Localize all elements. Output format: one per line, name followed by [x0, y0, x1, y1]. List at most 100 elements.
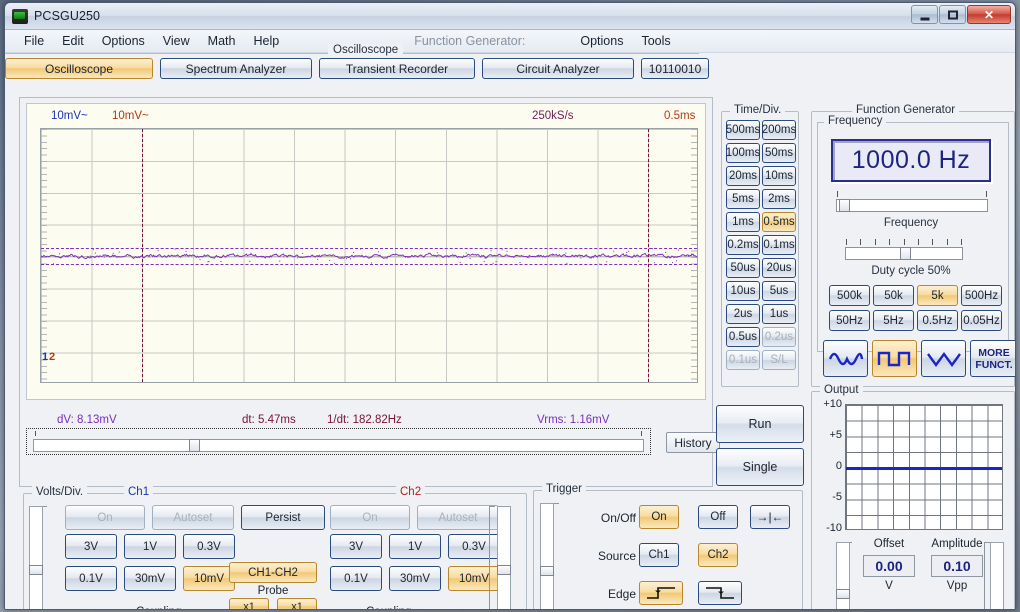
ch2-probe-x1[interactable]: x1	[277, 598, 317, 609]
duty-cycle-slider-thumb[interactable]	[900, 247, 911, 260]
fg-range-0p05Hz[interactable]: 0.05Hz	[961, 310, 1002, 331]
trigger-edge-falling-button[interactable]	[698, 581, 742, 605]
close-button[interactable]: ✕	[967, 5, 1011, 24]
scrollbar-track[interactable]	[33, 439, 644, 452]
trigger-level-thumb[interactable]	[540, 566, 554, 576]
ch1-range-1v[interactable]: 1V	[124, 534, 176, 559]
timediv-10us[interactable]: 10us	[726, 281, 760, 301]
timediv-1ms[interactable]: 1ms	[726, 212, 760, 232]
single-button[interactable]: Single	[716, 448, 804, 486]
tab-oscilloscope[interactable]: Oscilloscope	[5, 58, 153, 79]
ch1-range-3v[interactable]: 3V	[65, 534, 117, 559]
minimize-button[interactable]	[911, 5, 938, 24]
ch1-range-10mv[interactable]: 10mV	[183, 566, 235, 591]
menu-math[interactable]: Math	[199, 32, 245, 50]
timediv-20us[interactable]: 20us	[762, 258, 796, 278]
fg-range-5k[interactable]: 5k	[917, 285, 958, 306]
timediv-0p5ms[interactable]: 0.5ms	[762, 212, 796, 232]
tab-circuit-analyzer[interactable]: Circuit Analyzer	[482, 58, 634, 79]
fg-range-5Hz[interactable]: 5Hz	[873, 310, 914, 331]
frequency-slider[interactable]	[836, 199, 988, 212]
fg-menu-options[interactable]: Options	[571, 32, 632, 50]
trigger-edge-rising-button[interactable]	[639, 581, 683, 605]
timediv-0p1ms[interactable]: 0.1ms	[762, 235, 796, 255]
output-y-label-2: +5	[829, 429, 842, 441]
menu-help[interactable]: Help	[244, 32, 288, 50]
trigger-source-ch1[interactable]: Ch1	[639, 543, 679, 567]
channel-2-marker[interactable]: 2	[49, 351, 55, 363]
ch2-range-3v[interactable]: 3V	[330, 534, 382, 559]
amplitude-value-field[interactable]: 0.10	[931, 555, 983, 577]
timediv-200ms[interactable]: 200ms	[762, 120, 796, 140]
timediv-2ms[interactable]: 2ms	[762, 189, 796, 209]
maximize-button[interactable]	[939, 5, 966, 24]
triangle-wave-button[interactable]	[921, 340, 966, 377]
scrollbar-thumb[interactable]	[189, 439, 200, 452]
ch2-range-1v[interactable]: 1V	[389, 534, 441, 559]
ch2-range-0.1v[interactable]: 0.1V	[330, 566, 382, 591]
ch2-autoset-button[interactable]: Autoset	[417, 505, 499, 530]
fg-range-50Hz[interactable]: 50Hz	[829, 310, 870, 331]
offset-slider-thumb[interactable]	[836, 589, 850, 599]
waveform-trace	[41, 248, 697, 266]
volts-div-caption: Volts/Div.	[32, 486, 88, 498]
timediv-2us[interactable]: 2us	[726, 304, 760, 324]
ch2-on-button[interactable]: On	[330, 505, 410, 530]
scope-horizontal-scrollbar[interactable]	[26, 428, 651, 455]
timediv-50us[interactable]: 50us	[726, 258, 760, 278]
timediv-500ms[interactable]: 500ms	[726, 120, 760, 140]
fg-range-500k[interactable]: 500k	[829, 285, 870, 306]
frequency-slider-thumb[interactable]	[839, 199, 850, 212]
ch1-position-thumb[interactable]	[29, 565, 43, 575]
offset-value-field[interactable]: 0.00	[863, 555, 915, 577]
timediv-5us[interactable]: 5us	[762, 281, 796, 301]
trigger-level-slider[interactable]	[540, 503, 554, 609]
trigger-off-button[interactable]: Off	[698, 505, 738, 529]
ch1-on-button[interactable]: On	[65, 505, 145, 530]
timediv-20ms[interactable]: 20ms	[726, 166, 760, 186]
timediv-0p2ms[interactable]: 0.2ms	[726, 235, 760, 255]
timediv-10ms[interactable]: 10ms	[762, 166, 796, 186]
history-button[interactable]: History	[666, 432, 720, 453]
run-button[interactable]: Run	[716, 405, 804, 443]
ch2-range-30mv[interactable]: 30mV	[389, 566, 441, 591]
fg-range-50k[interactable]: 50k	[873, 285, 914, 306]
more-functions-button[interactable]: MORE FUNCT.	[970, 340, 1015, 377]
amplitude-slider[interactable]	[990, 542, 1004, 609]
scope-screen[interactable]: 10mV~ 10mV~ 250kS/s 0.5ms 1 2 dV: 8.13mV…	[26, 103, 706, 426]
menu-view[interactable]: View	[154, 32, 199, 50]
fg-menu-tools[interactable]: Tools	[632, 32, 679, 50]
trigger-on-button[interactable]: On	[639, 505, 679, 529]
tab-binary-mode[interactable]: 10110010	[641, 58, 709, 79]
square-wave-button[interactable]	[872, 340, 917, 377]
timediv-0p5us[interactable]: 0.5us	[726, 327, 760, 347]
ch2-position-thumb[interactable]	[497, 565, 511, 575]
duty-cycle-slider[interactable]	[845, 247, 963, 260]
tab-spectrum-analyzer[interactable]: Spectrum Analyzer	[160, 58, 312, 79]
menu-edit[interactable]: Edit	[53, 32, 93, 50]
frequency-display[interactable]: 1000.0 Hz	[831, 139, 991, 182]
timediv-5ms[interactable]: 5ms	[726, 189, 760, 209]
offset-slider[interactable]	[836, 542, 850, 609]
menu-options[interactable]: Options	[93, 32, 154, 50]
timediv-1us[interactable]: 1us	[762, 304, 796, 324]
channel-1-marker[interactable]: 1	[42, 351, 48, 363]
fg-range-500Hz[interactable]: 500Hz	[961, 285, 1002, 306]
timediv-50ms[interactable]: 50ms	[762, 143, 796, 163]
ch1-range-0.1v[interactable]: 0.1V	[65, 566, 117, 591]
trigger-source-ch2[interactable]: Ch2	[698, 543, 738, 567]
tab-transient-recorder[interactable]: Transient Recorder	[319, 58, 475, 79]
ch1-probe-x1[interactable]: x1	[229, 598, 269, 609]
ch2-position-slider[interactable]	[497, 506, 511, 609]
ch1-range-0.3v[interactable]: 0.3V	[183, 534, 235, 559]
ch1-range-30mv[interactable]: 30mV	[124, 566, 176, 591]
trigger-center-button[interactable]: →|←	[750, 505, 790, 529]
fg-range-0p5Hz[interactable]: 0.5Hz	[917, 310, 958, 331]
math-ch1-minus-ch2-button[interactable]: CH1-CH2	[229, 562, 317, 583]
ch1-persist-button[interactable]: Persist	[241, 505, 325, 530]
timediv-100ms[interactable]: 100ms	[726, 143, 760, 163]
sine-wave-button[interactable]	[823, 340, 868, 377]
ch1-position-slider[interactable]	[29, 506, 43, 609]
menu-file[interactable]: File	[15, 32, 53, 50]
ch1-autoset-button[interactable]: Autoset	[152, 505, 234, 530]
